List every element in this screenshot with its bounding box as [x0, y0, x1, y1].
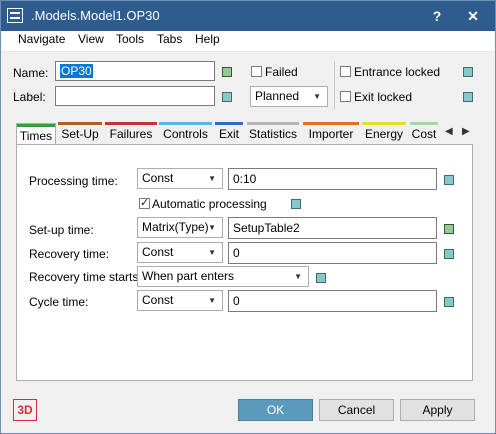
dialog-window: .Models.Model1.OP30 ? ✕ Navigate View To… — [0, 0, 496, 434]
exit-locked-label: Exit locked — [354, 90, 413, 104]
processing-time-field[interactable]: 0:10 — [228, 168, 437, 190]
label-status-icon[interactable] — [222, 92, 232, 102]
tab-cost[interactable]: Cost — [410, 122, 438, 142]
tab-color-bar — [303, 122, 359, 125]
planned-value: Planned — [255, 89, 300, 103]
chevron-down-icon: ▼ — [208, 174, 216, 183]
tab-statistics[interactable]: Statistics — [247, 122, 299, 142]
recovery-time-starts-label: Recovery time starts: — [29, 270, 142, 284]
recovery-time-field[interactable]: 0 — [228, 242, 437, 264]
title-bar[interactable]: .Models.Model1.OP30 ? ✕ — [1, 1, 495, 31]
tab-exit[interactable]: Exit — [215, 122, 243, 142]
tab-label: Set-Up — [61, 127, 99, 141]
name-field[interactable]: OP30 — [55, 61, 215, 81]
chevron-down-icon: ▼ — [294, 272, 302, 281]
ok-button[interactable]: OK — [238, 399, 313, 421]
tab-label: Exit — [218, 127, 239, 141]
tab-color-bar — [362, 122, 406, 125]
cycle-time-label: Cycle time: — [29, 295, 89, 309]
chevron-down-icon: ▼ — [208, 296, 216, 305]
tab-label: Importer — [308, 127, 354, 141]
cancel-button[interactable]: Cancel — [319, 399, 394, 421]
setup-type-select[interactable]: Matrix(Type) ▼ — [137, 217, 223, 238]
cycle-time-status-icon[interactable] — [444, 297, 454, 307]
name-value: OP30 — [60, 64, 93, 78]
setup-time-status-icon[interactable] — [444, 224, 454, 234]
entrance-locked-status-icon[interactable] — [463, 67, 473, 77]
cycle-time-field[interactable]: 0 — [228, 290, 437, 312]
tab-label: Cost — [411, 127, 437, 141]
recovery-time-starts-status-icon[interactable] — [316, 273, 326, 283]
exit-locked-status-icon[interactable] — [463, 92, 473, 102]
tab-scroll-left-icon[interactable]: ◀ — [445, 126, 453, 137]
tab-label: Energy — [364, 127, 404, 141]
processing-type-value: Const — [142, 171, 174, 185]
tab-times[interactable]: Times — [16, 123, 56, 145]
auto-processing-checkbox[interactable] — [139, 196, 150, 209]
name-status-icon[interactable] — [222, 67, 232, 77]
tab-set-up[interactable]: Set-Up — [58, 122, 102, 142]
entrance-locked-checkbox[interactable] — [340, 66, 351, 77]
setup-time-label: Set-up time: — [29, 223, 94, 237]
tab-color-bar — [410, 122, 438, 125]
tab-label: Controls — [163, 127, 208, 141]
recovery-type-select[interactable]: Const ▼ — [137, 242, 223, 263]
menu-help[interactable]: Help — [195, 32, 220, 46]
recovery-time-starts-select[interactable]: When part enters ▼ — [137, 266, 309, 287]
tab-color-bar — [247, 122, 299, 125]
tab-label: Statistics — [248, 127, 297, 141]
tab-color-bar — [17, 124, 55, 127]
tab-controls[interactable]: Controls — [159, 122, 212, 142]
tab-label: Times — [19, 129, 53, 143]
cycle-type-value: Const — [142, 293, 174, 307]
chevron-down-icon: ▼ — [313, 92, 321, 101]
auto-processing-status-icon[interactable] — [291, 199, 301, 209]
failed-checkbox[interactable] — [251, 66, 262, 77]
failed-label: Failed — [265, 65, 298, 79]
tab-energy[interactable]: Energy — [362, 122, 406, 142]
label-field[interactable] — [55, 86, 215, 106]
tab-failures[interactable]: Failures — [105, 122, 157, 142]
menu-bar: Navigate View Tools Tabs Help — [1, 31, 495, 52]
header-divider — [334, 61, 335, 109]
planned-select[interactable]: Planned ▼ — [250, 86, 328, 107]
tab-color-bar — [105, 122, 157, 125]
processing-time-label: Processing time: — [29, 174, 118, 188]
menu-tabs[interactable]: Tabs — [157, 32, 182, 46]
processing-type-select[interactable]: Const ▼ — [137, 168, 223, 189]
recovery-type-value: Const — [142, 245, 174, 259]
tab-color-bar — [215, 122, 243, 125]
exit-locked-checkbox[interactable] — [340, 91, 351, 102]
setup-time-field[interactable]: SetupTable2 — [228, 217, 437, 239]
recovery-time-status-icon[interactable] — [444, 249, 454, 259]
cycle-type-select[interactable]: Const ▼ — [137, 290, 223, 311]
menu-view[interactable]: View — [78, 32, 104, 46]
apply-button[interactable]: Apply — [400, 399, 475, 421]
name-label: Name: — [13, 66, 49, 80]
processing-time-status-icon[interactable] — [444, 175, 454, 185]
chevron-down-icon: ▼ — [208, 248, 216, 257]
tab-color-bar — [58, 122, 102, 125]
recovery-time-label: Recovery time: — [29, 247, 110, 261]
app-icon — [7, 8, 23, 23]
help-icon[interactable]: ? — [427, 6, 447, 26]
menu-navigate[interactable]: Navigate — [18, 32, 65, 46]
tab-scroll-right-icon[interactable]: ▶ — [462, 126, 470, 137]
tab-color-bar — [159, 122, 212, 125]
chevron-down-icon: ▼ — [208, 223, 216, 232]
tab-importer[interactable]: Importer — [303, 122, 359, 142]
entrance-locked-label: Entrance locked — [354, 65, 441, 79]
auto-processing-label: Automatic processing — [152, 197, 267, 211]
close-icon[interactable]: ✕ — [463, 6, 483, 26]
window-title: .Models.Model1.OP30 — [31, 8, 160, 23]
recovery-time-starts-value: When part enters — [142, 269, 235, 283]
menu-tools[interactable]: Tools — [116, 32, 144, 46]
setup-type-value: Matrix(Type) — [142, 220, 209, 234]
label-label: Label: — [13, 90, 46, 104]
3d-logo-icon[interactable]: 3D — [13, 399, 37, 421]
tab-label: Failures — [109, 127, 153, 141]
